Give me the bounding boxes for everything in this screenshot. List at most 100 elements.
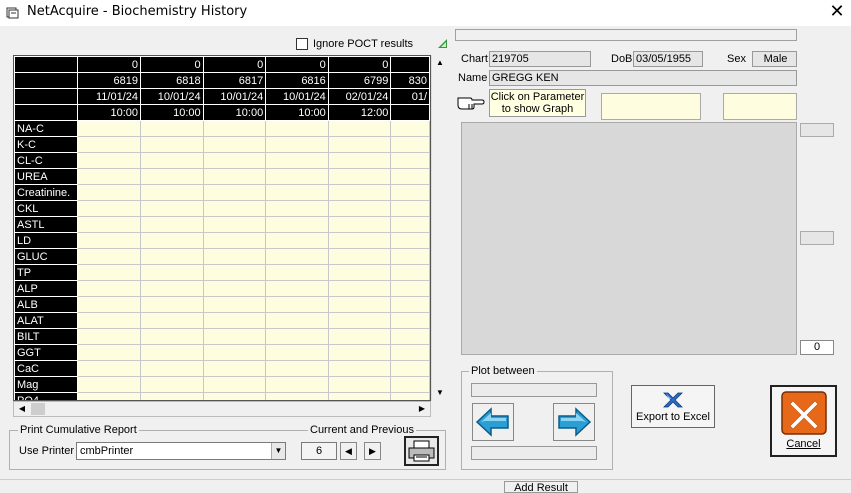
column-header-cell[interactable]: 11/01/24 (77, 88, 142, 105)
scroll-up-icon[interactable]: ▲ (432, 55, 448, 71)
result-cell[interactable] (140, 168, 204, 185)
result-cell[interactable] (202, 392, 267, 400)
result-cell[interactable] (390, 200, 430, 217)
column-header-cell[interactable]: 830 (390, 72, 430, 89)
add-result-button[interactable]: Add Result (504, 481, 578, 493)
result-cell[interactable] (140, 184, 204, 201)
result-cell[interactable] (327, 296, 392, 313)
result-cell[interactable] (202, 296, 267, 313)
result-cell[interactable] (140, 136, 204, 153)
parameter-name[interactable]: ALB (14, 296, 79, 313)
result-cell[interactable] (140, 248, 204, 265)
result-cell[interactable] (77, 120, 142, 137)
result-cell[interactable] (390, 216, 430, 233)
result-cell[interactable] (77, 264, 142, 281)
scroll-down-icon[interactable]: ▼ (432, 385, 448, 401)
result-cell[interactable] (327, 392, 392, 400)
result-cell[interactable] (390, 296, 430, 313)
result-cell[interactable] (77, 232, 142, 249)
result-cell[interactable] (140, 312, 204, 329)
result-cell[interactable] (390, 232, 430, 249)
result-cell[interactable] (140, 328, 204, 345)
result-cell[interactable] (77, 296, 142, 313)
result-cell[interactable] (202, 280, 267, 297)
result-cell[interactable] (202, 344, 267, 361)
parameter-name[interactable]: ALP (14, 280, 79, 297)
column-header-cell[interactable]: 10/01/24 (140, 88, 204, 105)
column-header-cell[interactable]: 10/01/24 (202, 88, 267, 105)
parameter-name[interactable]: ALAT (14, 312, 79, 329)
column-header-cell[interactable]: 10:00 (202, 104, 267, 121)
result-cell[interactable] (202, 376, 267, 393)
result-cell[interactable] (140, 360, 204, 377)
result-cell[interactable] (77, 152, 142, 169)
parameter-name[interactable]: ASTL (14, 216, 79, 233)
column-header-cell[interactable]: 6817 (202, 72, 267, 89)
result-cell[interactable] (327, 200, 392, 217)
scroll-right-icon[interactable]: ▶ (414, 402, 430, 416)
result-cell[interactable] (202, 312, 267, 329)
result-cell[interactable] (265, 392, 329, 400)
result-cell[interactable] (265, 264, 329, 281)
result-cell[interactable] (390, 328, 430, 345)
result-cell[interactable] (140, 152, 204, 169)
result-cell[interactable] (202, 328, 267, 345)
column-header-cell[interactable]: 10:00 (77, 104, 142, 121)
result-cell[interactable] (327, 216, 392, 233)
column-header-cell[interactable]: 0 (140, 56, 204, 73)
result-cell[interactable] (77, 344, 142, 361)
result-cell[interactable] (140, 232, 204, 249)
result-cell[interactable] (390, 344, 430, 361)
result-cell[interactable] (265, 328, 329, 345)
result-cell[interactable] (77, 328, 142, 345)
result-cell[interactable] (202, 248, 267, 265)
parameter-name[interactable]: Creatinine. (14, 184, 79, 201)
result-cell[interactable] (77, 136, 142, 153)
result-cell[interactable] (327, 232, 392, 249)
result-cell[interactable] (327, 120, 392, 137)
column-header-cell[interactable]: 01/ (390, 88, 430, 105)
result-cell[interactable] (327, 184, 392, 201)
result-cell[interactable] (390, 136, 430, 153)
result-cell[interactable] (390, 248, 430, 265)
result-cell[interactable] (202, 184, 267, 201)
column-header-cell[interactable]: 12:00 (327, 104, 392, 121)
parameter-name[interactable]: Mag (14, 376, 79, 393)
ignore-poct-checkbox[interactable] (296, 38, 308, 50)
result-cell[interactable] (265, 200, 329, 217)
plot-forward-button[interactable] (553, 403, 595, 441)
chevron-down-icon[interactable]: ▼ (271, 443, 285, 459)
parameter-name[interactable]: TP (14, 264, 79, 281)
results-grid[interactable]: 0 0 0 0 0 6819 6818 6817 6816 6799 830 11/01/24 10/0… (13, 55, 431, 401)
result-cell[interactable] (202, 168, 267, 185)
column-header-cell[interactable]: 0 (202, 56, 267, 73)
parameter-name[interactable]: K-C (14, 136, 79, 153)
result-cell[interactable] (390, 376, 430, 393)
grid-horizontal-scrollbar[interactable]: ◀ ▶ (13, 401, 431, 417)
result-cell[interactable] (265, 360, 329, 377)
result-cell[interactable] (77, 360, 142, 377)
result-cell[interactable] (390, 264, 430, 281)
column-header-cell[interactable]: 6816 (265, 72, 329, 89)
result-cell[interactable] (77, 376, 142, 393)
column-header-cell[interactable]: 0 (77, 56, 142, 73)
scroll-left-icon[interactable]: ◀ (14, 402, 30, 416)
result-cell[interactable] (265, 152, 329, 169)
column-header-cell[interactable] (390, 56, 430, 73)
count-decrement-button[interactable]: ◀ (340, 442, 357, 460)
plot-back-button[interactable] (472, 403, 514, 441)
column-header-cell[interactable]: 6818 (140, 72, 204, 89)
column-header-cell[interactable]: 6799 (327, 72, 392, 89)
result-cell[interactable] (140, 376, 204, 393)
result-cell[interactable] (265, 344, 329, 361)
result-cell[interactable] (265, 136, 329, 153)
parameter-name[interactable]: CL-C (14, 152, 79, 169)
column-header-cell[interactable]: 6819 (77, 72, 142, 89)
result-cell[interactable] (265, 232, 329, 249)
result-cell[interactable] (390, 152, 430, 169)
result-cell[interactable] (140, 344, 204, 361)
result-cell[interactable] (265, 280, 329, 297)
result-cell[interactable] (327, 344, 392, 361)
export-excel-button[interactable]: Export to Excel (631, 385, 715, 428)
result-cell[interactable] (265, 216, 329, 233)
